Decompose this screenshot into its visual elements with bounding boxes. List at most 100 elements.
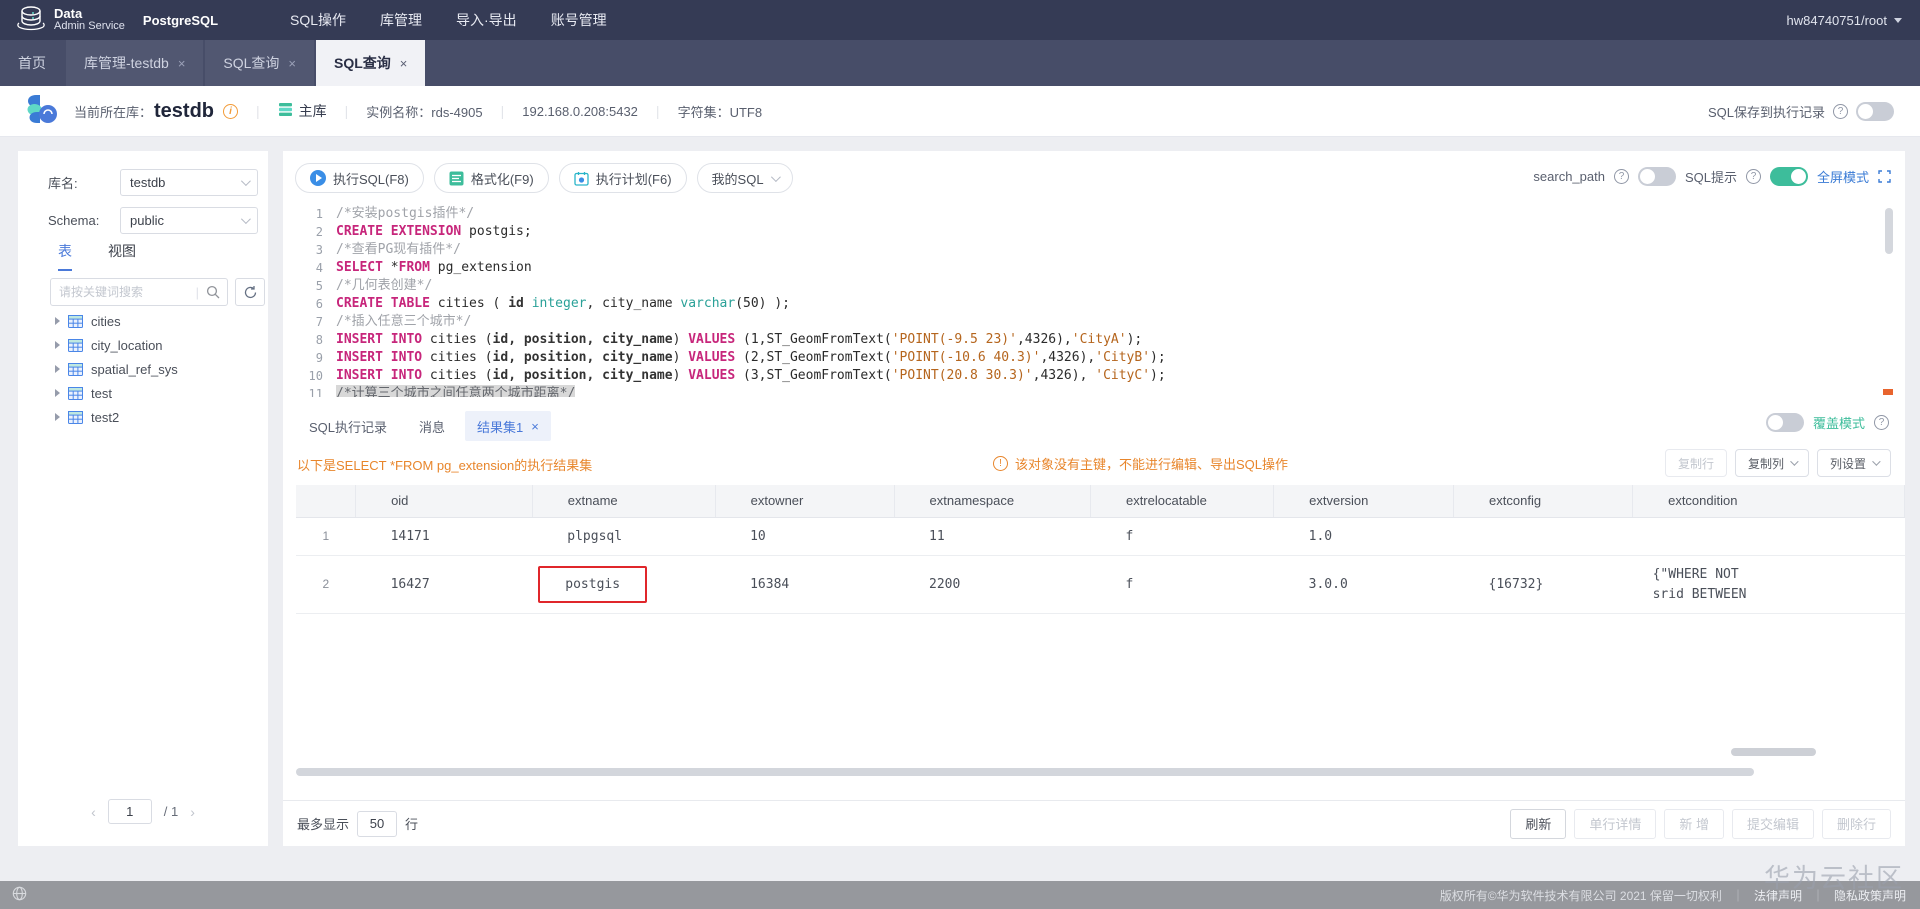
tree-item-spatial_ref_sys[interactable]: spatial_ref_sys xyxy=(18,357,268,381)
db-info-icon[interactable]: i xyxy=(223,103,239,119)
search-icon[interactable] xyxy=(206,285,220,299)
tree-item-cities[interactable]: cities xyxy=(18,309,268,333)
caret-right-icon[interactable] xyxy=(55,341,60,349)
nav-item-1[interactable]: 库管理 xyxy=(380,10,422,30)
cell-scrollbar[interactable] xyxy=(1731,748,1816,756)
refresh-tables-button[interactable] xyxy=(235,278,265,306)
workspace-tab-1[interactable]: 库管理-testdb × xyxy=(66,40,204,86)
run-sql-button[interactable]: 执行SQL(F8) xyxy=(295,163,424,193)
col-header-extcondition[interactable]: extcondition xyxy=(1632,485,1905,518)
format-icon xyxy=(449,171,464,186)
no-pk-warning: ! 该对象没有主键，不能进行编辑、导出SQL操作 xyxy=(993,454,1288,473)
top-menu: SQL操作 库管理 导入·导出 账号管理 xyxy=(290,10,607,30)
next-page-button[interactable]: › xyxy=(190,804,195,820)
refresh-icon xyxy=(244,285,256,298)
fullscreen-button[interactable]: 全屏模式 xyxy=(1817,167,1869,186)
overwrite-mode-help-icon[interactable]: ? xyxy=(1874,415,1889,430)
search-path-help-icon[interactable]: ? xyxy=(1613,169,1629,184)
overwrite-mode-label: 覆盖模式 xyxy=(1812,416,1865,431)
brand-product: PostgreSQL xyxy=(142,12,219,28)
code-line-9: 9 INSERT INTO cities (id, position, city_… xyxy=(315,350,1166,365)
max-rows-input[interactable] xyxy=(357,810,398,837)
result-actions: 复制行 复制列 列设置 xyxy=(1664,449,1891,477)
caret-right-icon[interactable] xyxy=(55,389,60,397)
caret-right-icon[interactable] xyxy=(55,365,60,373)
row-action-0[interactable]: 刷新 xyxy=(1510,808,1567,839)
account-name: hw84740751/root xyxy=(1786,12,1887,28)
workspace-tab-0[interactable]: 首页 xyxy=(0,40,64,86)
das-color-logo-icon xyxy=(26,92,60,131)
col-header-extname[interactable]: extname xyxy=(532,485,716,518)
code-line-7: 7/*插入任意三个城市*/ xyxy=(315,314,472,329)
sql-hint-label: SQL提示 xyxy=(1684,170,1737,185)
col-header-extversion[interactable]: extversion xyxy=(1273,485,1455,518)
col-header-extconfig[interactable]: extconfig xyxy=(1453,485,1634,518)
warning-icon: ! xyxy=(993,456,1008,471)
col-header-extnamespace[interactable]: extnamespace xyxy=(894,485,1091,518)
table-search-input[interactable] xyxy=(51,285,196,299)
result-action-1[interactable]: 复制列 xyxy=(1734,449,1809,477)
save-exec-toggle[interactable] xyxy=(1856,101,1894,121)
code-line-6: 6 CREATE TABLE cities ( id integer, city_… xyxy=(315,296,790,311)
globe-icon[interactable] xyxy=(12,886,27,904)
table-row[interactable]: 2 16427 postgis 16384 2200 f 3.0.0 {16732} {"WHE… xyxy=(296,555,1905,614)
explain-plan-button[interactable]: 执行计划(F6) xyxy=(558,163,687,193)
workspace-tab-3[interactable]: SQL查询 × xyxy=(316,40,426,86)
nav-item-2[interactable]: 导入·导出 xyxy=(456,10,517,30)
watermark: 华为云社区 xyxy=(1763,863,1904,893)
my-sql-dropdown[interactable]: 我的SQL xyxy=(696,163,793,193)
caret-right-icon[interactable] xyxy=(55,413,60,421)
tab-sql-history[interactable]: SQL执行记录 xyxy=(297,411,399,441)
sql-hint-help-icon[interactable]: ? xyxy=(1745,169,1761,184)
account-menu[interactable]: hw84740751/root xyxy=(1787,13,1902,28)
table-tree: cities city_location spatial_ref_sys test te… xyxy=(18,309,268,429)
sql-editor[interactable]: 1/*安装postgis插件*/ 2 CREATE EXTENSION postgi… xyxy=(295,205,1893,397)
connection-info-bar: 当前所在库： testdb i | 主库 | 实例名称：rds-4905 | 1… xyxy=(0,86,1920,137)
primary-db-badge: 主库 xyxy=(278,101,327,121)
grid-horizontal-scrollbar[interactable] xyxy=(296,768,1754,776)
brand-subtitle: Admin Service xyxy=(54,20,125,33)
table-icon xyxy=(68,314,83,328)
tree-item-city_location[interactable]: city_location xyxy=(18,333,268,357)
charset: 字符集：UTF8 xyxy=(677,104,763,120)
col-header-extowner[interactable]: extowner xyxy=(715,485,895,518)
tab-views[interactable]: 视图 xyxy=(108,241,136,271)
save-exec-help-icon[interactable]: ? xyxy=(1833,103,1848,119)
tree-item-test2[interactable]: test2 xyxy=(18,405,268,429)
close-icon[interactable]: × xyxy=(400,56,408,71)
tab-messages[interactable]: 消息 xyxy=(407,411,457,441)
row-action-1: 单行详情 xyxy=(1574,808,1657,839)
caret-right-icon[interactable] xyxy=(55,317,60,325)
table-search-box: | xyxy=(50,278,228,306)
table-icon xyxy=(68,362,83,376)
prev-page-button[interactable]: ‹ xyxy=(91,804,96,820)
object-browser-panel: 库名: testdb Schema: public 表 视图 | xyxy=(18,151,268,846)
nav-item-0[interactable]: SQL操作 xyxy=(290,10,346,30)
schema-select[interactable]: public xyxy=(120,207,258,234)
workspace-tab-2[interactable]: SQL查询 × xyxy=(205,40,315,86)
chevron-down-icon xyxy=(1894,17,1902,23)
editor-vertical-scrollbar[interactable] xyxy=(1885,208,1893,254)
close-icon[interactable]: × xyxy=(531,419,539,434)
table-row[interactable]: 1 14171 plpgsql 10 11 f 1.0 xyxy=(296,517,1905,556)
tab-result-set[interactable]: 结果集1 × xyxy=(465,411,551,441)
format-sql-button[interactable]: 格式化(F9) xyxy=(433,163,549,193)
search-path-toggle[interactable] xyxy=(1637,167,1676,186)
col-header-oid[interactable]: oid xyxy=(355,485,533,518)
overwrite-mode-toggle[interactable] xyxy=(1765,413,1804,432)
db-select[interactable]: testdb xyxy=(120,169,258,196)
nav-item-3[interactable]: 账号管理 xyxy=(551,10,607,30)
sql-workspace-panel: 执行SQL(F8) 格式化(F9) 执行计划(F6) 我的SQL search_… xyxy=(283,151,1905,846)
instance-name: 实例名称：rds-4905 xyxy=(366,104,483,120)
chevron-down-icon xyxy=(240,176,251,187)
sql-hint-toggle[interactable] xyxy=(1769,167,1808,186)
close-icon[interactable]: × xyxy=(288,56,296,71)
fullscreen-icon[interactable] xyxy=(1878,170,1891,183)
tree-item-test[interactable]: test xyxy=(18,381,268,405)
sidebar-pagination: ‹ / 1 › xyxy=(18,799,268,824)
close-icon[interactable]: × xyxy=(178,56,186,71)
tab-tables[interactable]: 表 xyxy=(58,241,72,271)
result-action-2[interactable]: 列设置 xyxy=(1816,449,1891,477)
page-input[interactable] xyxy=(107,799,152,824)
col-header-extrelocatable[interactable]: extrelocatable xyxy=(1090,485,1275,518)
